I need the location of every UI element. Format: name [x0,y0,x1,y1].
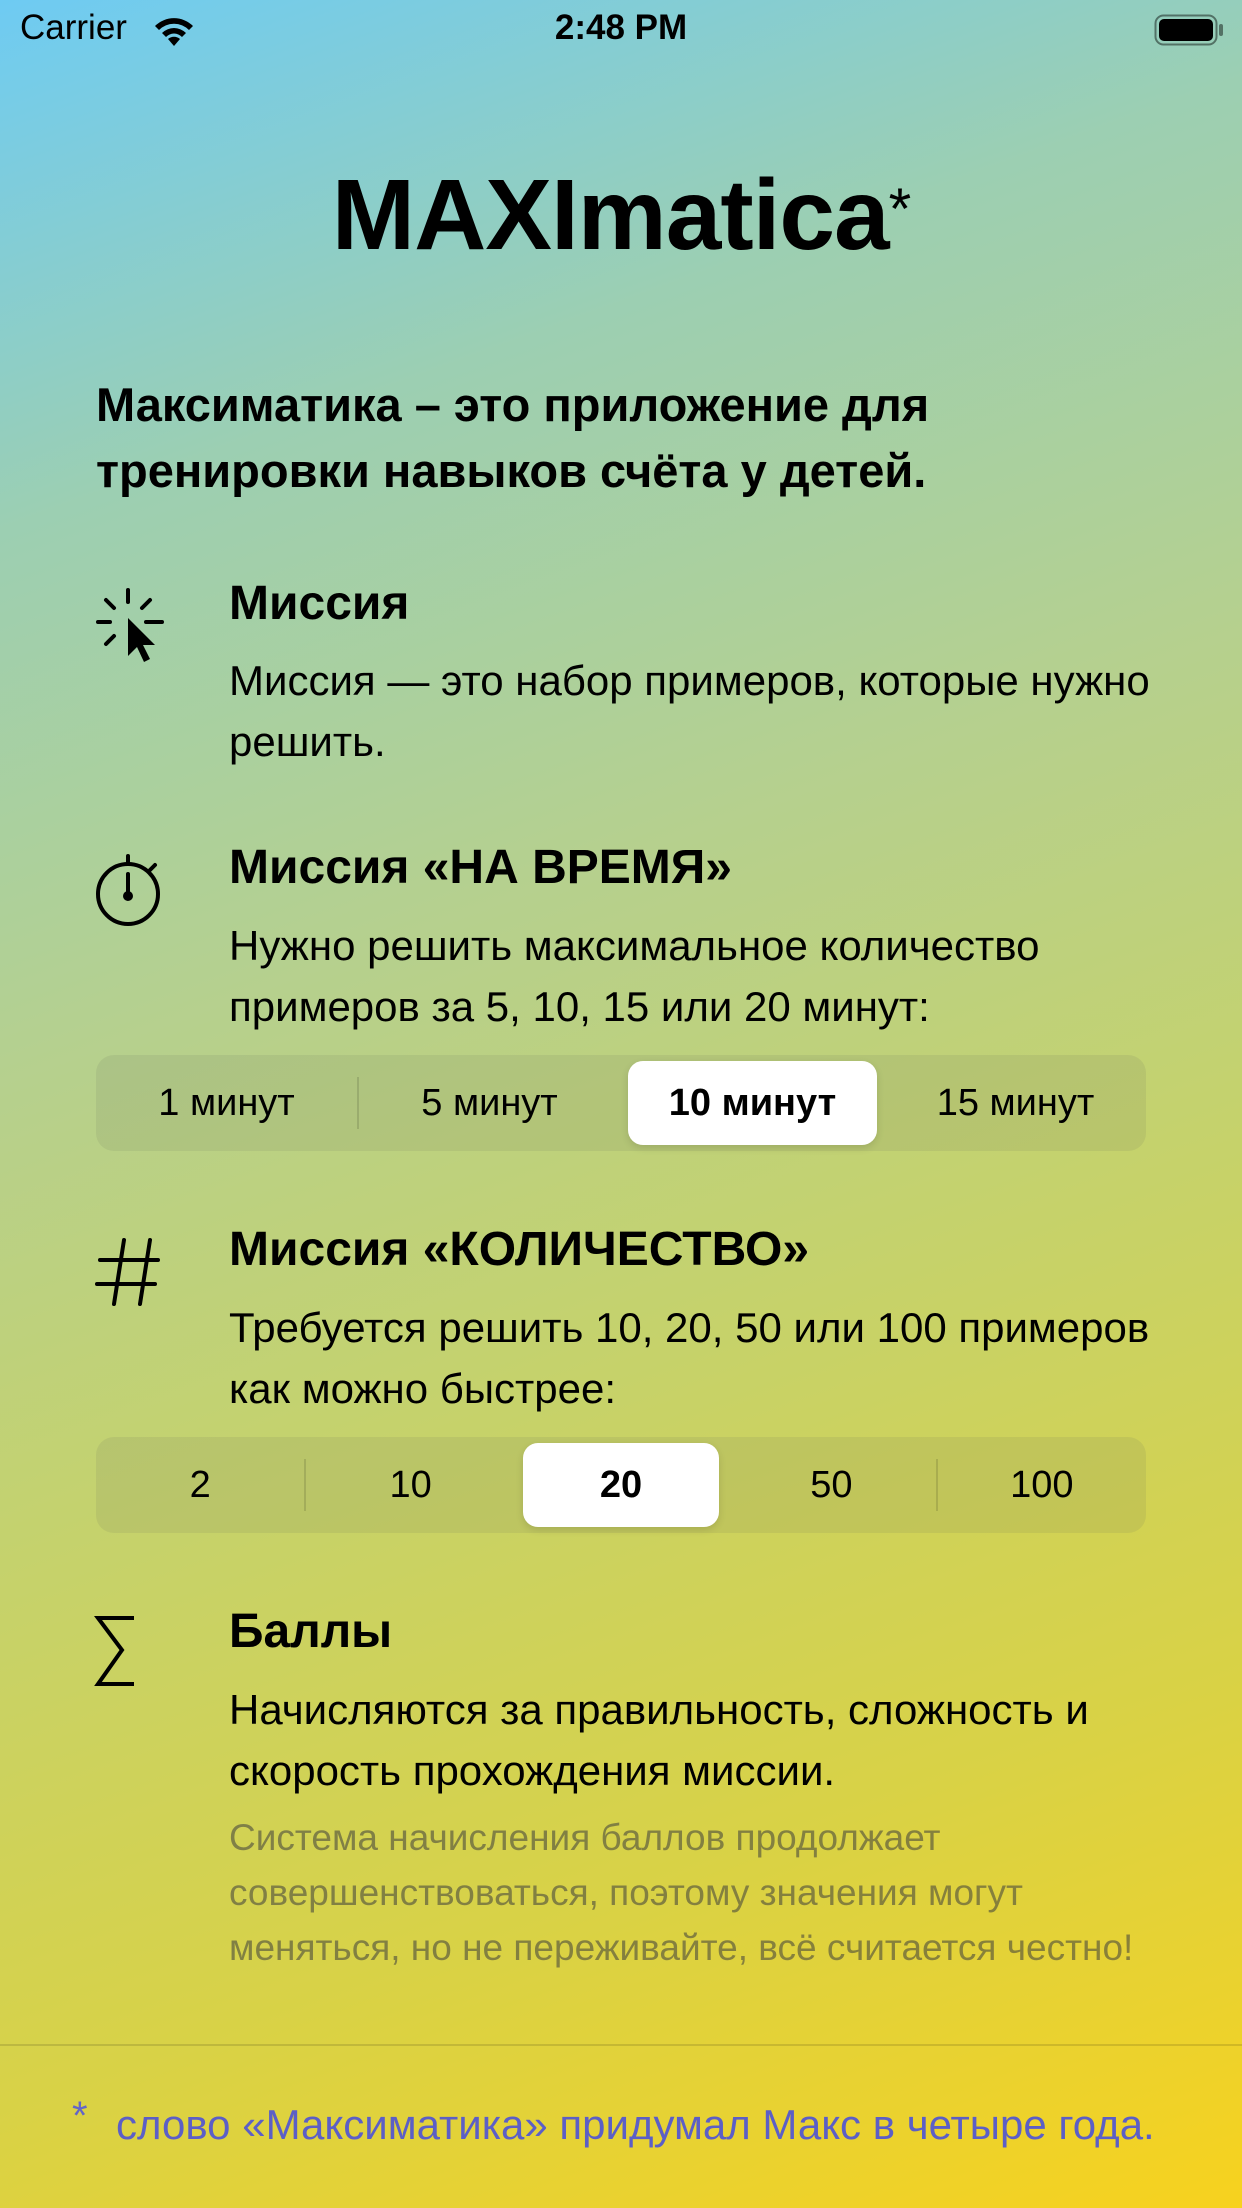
segment-divider [620,1077,622,1129]
intro-text: Максиматика – это приложение для трениро… [96,378,930,497]
segment-50[interactable]: 50 [733,1443,929,1527]
app-title-text: MAXImatica [331,159,890,271]
stopwatch-icon [96,854,160,926]
mission-description: Миссия — это набор примеров, которые нуж… [229,657,1150,765]
pointer-click-icon [96,588,164,662]
segment-divider [357,1077,359,1129]
sigma-icon [94,1616,134,1686]
segment-divider [515,1459,517,1511]
segment-divider [935,1459,938,1511]
points-note: Система начисления баллов продолжает сов… [229,1817,1134,1968]
segment-100[interactable]: 100 [944,1443,1140,1527]
app-title: MAXImatica* [0,158,1242,273]
segment-divider [725,1459,727,1511]
segment-15-min[interactable]: 15 минут [891,1061,1140,1145]
footnote-text: слово «Максиматика» придумал Макс в четы… [116,2101,1155,2148]
battery-icon [1154,14,1223,46]
segment-divider [304,1459,307,1511]
segment-10-min[interactable]: 10 минут [628,1061,877,1145]
timed-mission-title: Миссия «НА ВРЕМЯ» [229,841,732,894]
footer-separator [0,2044,1242,2046]
count-segmented-control[interactable]: 2 10 20 50 100 [96,1437,1146,1533]
hash-icon [95,1238,160,1306]
count-mission-title: Миссия «КОЛИЧЕСТВО» [229,1223,810,1276]
count-mission-description: Требуется решить 10, 20, 50 или 100 прим… [229,1304,1150,1412]
points-description: Начисляются за правильность, сложность и… [229,1686,1089,1794]
status-time: 2:48 PM [554,8,688,47]
segment-2[interactable]: 2 [102,1443,298,1527]
mission-title: Миссия [229,577,410,630]
segment-1-min[interactable]: 1 минут [102,1061,351,1145]
timed-mission-description: Нужно решить максимальное количество при… [229,922,1040,1030]
segment-20[interactable]: 20 [522,1443,720,1527]
app-title-star: * [888,177,912,242]
time-segmented-control[interactable]: 1 минут 5 минут 10 минут 15 минут [96,1055,1146,1151]
segment-10[interactable]: 10 [312,1443,508,1527]
segment-divider [883,1077,885,1129]
footnote-star: * [72,2094,88,2138]
segment-5-min[interactable]: 5 минут [365,1061,614,1145]
points-title: Баллы [229,1605,393,1658]
